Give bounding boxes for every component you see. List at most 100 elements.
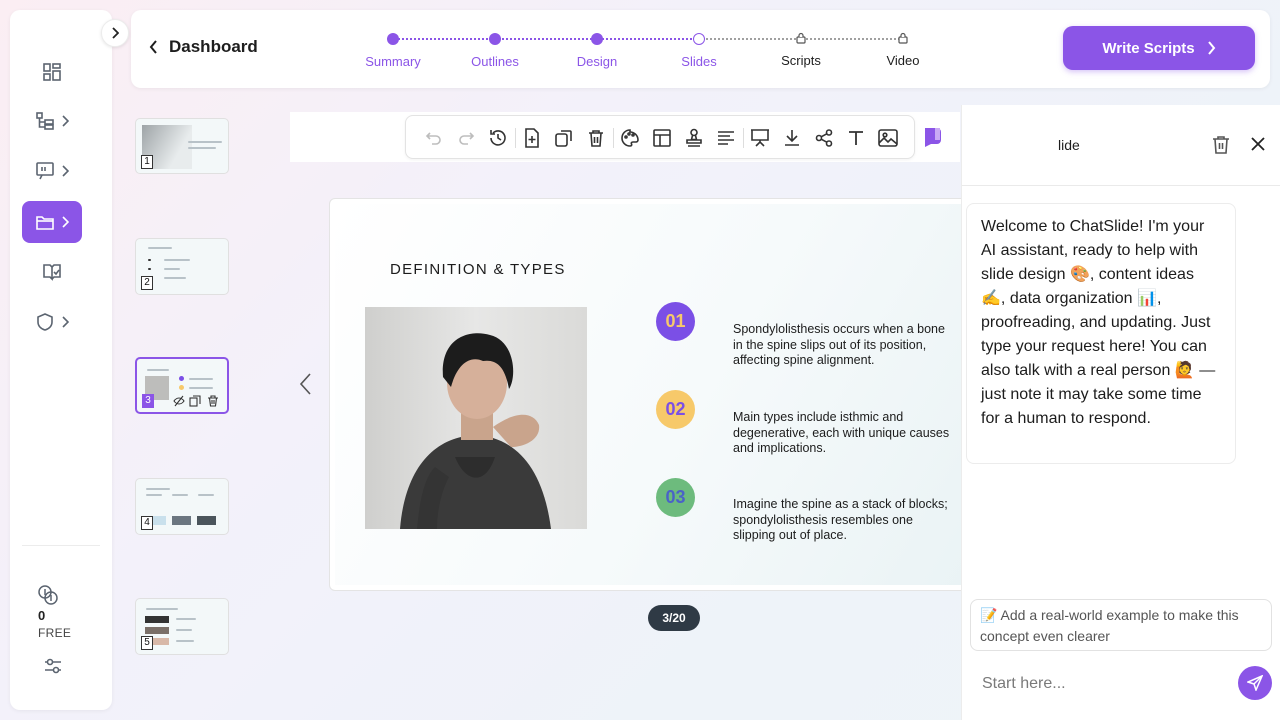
step-slides[interactable]: Slides [659, 31, 739, 69]
redo-button[interactable] [455, 127, 477, 149]
credits-count: 0 [38, 608, 46, 623]
slide-photo[interactable] [365, 307, 587, 529]
write-scripts-button[interactable]: Write Scripts [1063, 26, 1255, 70]
duplicate-button[interactable] [553, 127, 575, 149]
align-left-icon [718, 131, 734, 145]
sidebar-item-presentations[interactable] [22, 150, 82, 192]
share-button[interactable] [813, 127, 835, 149]
top-header: Dashboard Summary Outlines Design Slides… [131, 10, 1270, 88]
theme-button[interactable] [619, 127, 641, 149]
thumbnail-text-line [188, 141, 222, 143]
step-label: Outlines [471, 54, 519, 69]
close-icon[interactable] [1250, 136, 1266, 152]
layout-icon [653, 129, 671, 147]
step-dot [387, 33, 399, 45]
lock-icon [796, 32, 806, 44]
sidebar-toggle-button[interactable] [101, 19, 129, 47]
thumbnail-bullet [148, 268, 151, 270]
step-label: Scripts [781, 53, 821, 68]
delete-button[interactable] [585, 127, 607, 149]
image-button[interactable] [877, 127, 899, 149]
thumbnail-number: 1 [141, 155, 153, 169]
left-sidebar: 0 FREE [10, 10, 112, 710]
plan-label: FREE [38, 626, 72, 640]
settings-sliders-icon[interactable] [43, 657, 63, 675]
shield-icon [37, 313, 53, 331]
text-button[interactable] [845, 127, 867, 149]
slide-pager: 3/20 [648, 605, 700, 631]
thumbnail-text-line [164, 259, 190, 261]
slide-thumbnail-1[interactable]: 1 [135, 118, 229, 174]
thumbnail-text-line [146, 488, 170, 490]
undo-button[interactable] [423, 127, 445, 149]
sidebar-item-security[interactable] [22, 301, 82, 343]
hide-slide-icon[interactable] [173, 395, 185, 407]
stamp-button[interactable] [683, 127, 705, 149]
duplicate-slide-icon[interactable] [189, 395, 201, 407]
add-slide-button[interactable] [521, 127, 543, 149]
back-to-dashboard-link[interactable]: Dashboard [149, 37, 258, 57]
slide-thumbnail-4[interactable]: 4 [135, 478, 229, 535]
slide-toolbar [405, 115, 915, 159]
history-icon [490, 130, 506, 146]
download-button[interactable] [781, 127, 803, 149]
history-button[interactable] [487, 127, 509, 149]
trash-icon [589, 130, 603, 147]
previous-slide-icon[interactable] [298, 372, 314, 396]
slide-thumbnail-3[interactable]: 3 [135, 357, 229, 414]
chevron-right-icon [1207, 41, 1215, 55]
align-button[interactable] [715, 127, 737, 149]
thumbnail-image [152, 516, 166, 525]
present-button[interactable] [749, 127, 771, 149]
sidebar-item-projects[interactable] [22, 201, 82, 243]
send-button[interactable] [1238, 666, 1272, 700]
sidebar-item-library[interactable] [22, 251, 82, 293]
toolbar-divider [613, 128, 614, 148]
slide-thumbnail-5[interactable]: 5 [135, 598, 229, 655]
suggestion-chip[interactable]: 📝 Add a real-world example to make this … [970, 599, 1272, 651]
clear-chat-icon[interactable] [1212, 135, 1230, 155]
person-photo-illustration [400, 333, 551, 529]
step-dot [489, 33, 501, 45]
folder-icon [36, 216, 54, 230]
slide-thumbnail-2[interactable]: 2 [135, 238, 229, 295]
slide-title[interactable]: DEFINITION & TYPES [390, 261, 566, 278]
sidebar-item-dashboard[interactable] [22, 51, 82, 93]
chevron-right-icon [62, 165, 69, 177]
image-icon [878, 129, 898, 147]
step-scripts[interactable]: Scripts [761, 31, 841, 68]
text-icon [849, 131, 863, 145]
point-text-2[interactable]: Main types include isthmic and degenerat… [733, 410, 953, 457]
sidebar-item-outlines[interactable] [22, 100, 82, 142]
layout-button[interactable] [651, 127, 673, 149]
step-design[interactable]: Design [557, 31, 637, 69]
slide-content: DEFINITION & TYPES 01 Spondylolisthesis … [335, 204, 968, 585]
point-text-1[interactable]: Spondylolisthesis occurs when a bone in … [733, 322, 953, 369]
point-badge-3: 03 [656, 478, 695, 517]
chatslide-logo-icon [925, 128, 941, 147]
thumbnail-text-line [176, 629, 192, 631]
step-label: Video [886, 53, 920, 68]
add-page-icon [525, 128, 539, 148]
step-summary[interactable]: Summary [353, 31, 433, 69]
chat-header: lide [962, 105, 1280, 186]
delete-slide-icon[interactable] [207, 395, 219, 407]
point-badge-1: 01 [656, 302, 695, 341]
toolbar-divider [515, 128, 516, 148]
presentation-icon [751, 129, 769, 147]
point-text-3[interactable]: Imagine the spine as a stack of blocks; … [733, 497, 953, 544]
thumbnail-image [145, 616, 169, 623]
step-video[interactable]: Video [863, 31, 943, 68]
thumbnail-text-line [189, 378, 213, 380]
thumbnail-badge [179, 385, 184, 390]
thumbnail-text-line [148, 247, 172, 249]
thumbnail-text-line [164, 277, 186, 279]
redo-icon [459, 132, 475, 145]
share-icon [815, 129, 833, 147]
slide-canvas[interactable]: DEFINITION & TYPES 01 Spondylolisthesis … [329, 198, 969, 591]
step-outlines[interactable]: Outlines [455, 31, 535, 69]
chat-input[interactable] [972, 667, 1232, 701]
thumbnail-text-line [147, 369, 169, 371]
thumbnail-text-line [198, 494, 214, 496]
chevron-right-icon [112, 27, 119, 39]
